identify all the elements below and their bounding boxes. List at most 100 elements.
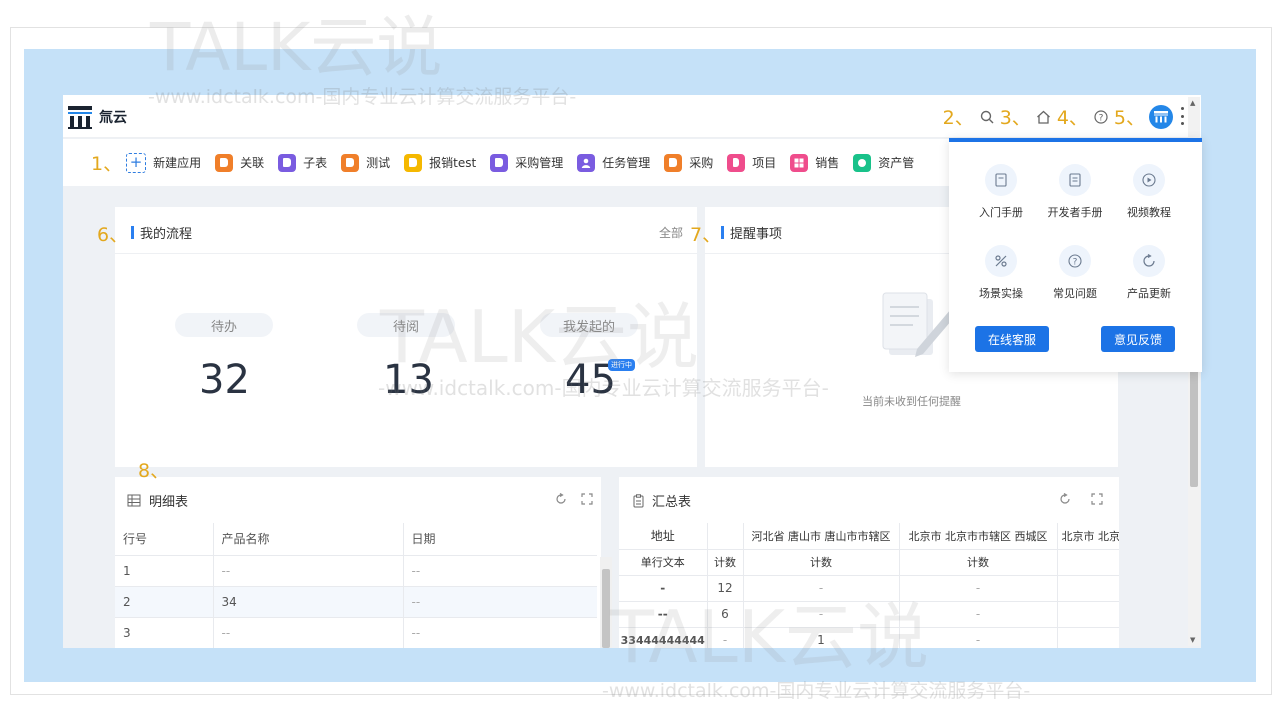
book-icon [985, 164, 1017, 196]
table-row[interactable]: -- 6 - - [619, 601, 1119, 627]
fullscreen-icon[interactable] [1091, 493, 1103, 505]
todo-label[interactable]: 待办 [175, 313, 273, 337]
annotation-4: 4、 [1056, 107, 1088, 129]
fullscreen-icon[interactable] [581, 493, 593, 505]
feedback-button[interactable]: 意见反馈 [1101, 326, 1175, 352]
table-cell [1057, 575, 1119, 601]
video-tutorial-item[interactable]: 视频教程 [1109, 164, 1189, 220]
column-header[interactable]: 计数 [743, 549, 900, 575]
detail-table-title: 明细表 [127, 491, 188, 510]
table-row[interactable]: - 12 - - [619, 575, 1119, 601]
table-icon [127, 494, 141, 507]
app-label: 资产管 [878, 156, 915, 170]
table-row[interactable]: 2 34 -- [115, 586, 597, 617]
more-menu-icon[interactable] [1181, 107, 1185, 125]
brand-logo-icon [68, 106, 92, 129]
app-label: 任务管理 [602, 156, 651, 170]
table-header-row: 行号 产品名称 日期 [115, 523, 597, 555]
app-item[interactable]: 关联 [215, 153, 264, 172]
table-cell: - [707, 627, 744, 648]
document-icon [341, 153, 360, 172]
help-icon[interactable]: ? [1092, 108, 1110, 126]
table-cell: - [743, 575, 900, 601]
table-cell: 1 [743, 627, 900, 648]
column-header[interactable]: 计数 [707, 549, 744, 575]
app-label: 报销test [429, 156, 477, 170]
app-item[interactable]: 项目 [727, 153, 776, 172]
refresh-icon[interactable] [555, 493, 567, 505]
getting-started-item[interactable]: 入门手册 [961, 164, 1041, 220]
percent-icon [985, 245, 1017, 277]
view-all-link[interactable]: 全部 [659, 224, 683, 241]
online-service-button[interactable]: 在线客服 [975, 326, 1049, 352]
annotation-2: 2、 [942, 107, 974, 129]
column-header[interactable]: 产品名称 [213, 523, 404, 555]
developer-manual-item[interactable]: 开发者手册 [1035, 164, 1115, 220]
app-item[interactable]: 采购 [664, 153, 713, 172]
table-cell [1057, 627, 1119, 648]
in-progress-badge: 进行中 [608, 359, 635, 371]
todo-count[interactable]: 32 [199, 357, 250, 403]
app-item[interactable]: 采购管理 [490, 153, 563, 172]
table-cell: - [899, 575, 1058, 601]
app-label: 新建应用 [153, 156, 202, 170]
column-header[interactable]: 河北省 唐山市 唐山市市辖区 [743, 523, 900, 549]
refresh-icon[interactable] [1059, 493, 1071, 505]
divider [115, 253, 697, 254]
document-icon [278, 153, 297, 172]
table-cell: -- [411, 594, 421, 609]
search-icon[interactable] [978, 108, 996, 126]
app-item[interactable]: 资产管 [853, 153, 915, 172]
column-header[interactable]: 计数 [899, 549, 1058, 575]
brand-name: 氚云 [99, 110, 127, 126]
app-item[interactable]: 子表 [278, 153, 328, 172]
column-header[interactable]: 北京市 北京市市辖区 西城区 [899, 523, 1058, 549]
document-icon [664, 153, 683, 172]
column-header[interactable]: 北京市 北京 [1057, 523, 1120, 549]
column-header[interactable]: 行号 [115, 523, 214, 555]
detail-table-card: 明细表 行号 产品名称 日期 1 -- -- 2 34 -- 3 -- -- [115, 477, 601, 648]
table-cell: 12 [707, 575, 744, 601]
app-item[interactable]: 报销test [404, 153, 477, 172]
table-row[interactable]: 33444444444 - 1 - [619, 627, 1119, 648]
annotation-3: 3、 [999, 107, 1031, 129]
app-item[interactable]: 测试 [341, 153, 390, 172]
app-label: 子表 [303, 156, 328, 170]
table-row[interactable]: 1 -- -- [115, 555, 597, 586]
scenario-practice-item[interactable]: 场景实操 [961, 245, 1041, 301]
product-update-item[interactable]: 产品更新 [1109, 245, 1189, 301]
no-reminder-text: 当前未收到任何提醒 [862, 395, 961, 408]
summary-table-card: 汇总表 地址 河北省 唐山市 唐山市市辖区 北京市 北京市市辖区 西城区 北京市… [619, 477, 1119, 648]
table-cell: - [619, 575, 708, 601]
faq-item[interactable]: ? 常见问题 [1035, 245, 1115, 301]
table-cell: - [743, 601, 900, 627]
initiated-label[interactable]: 我发起的 [540, 313, 638, 337]
app-item[interactable]: 销售 [790, 153, 839, 172]
play-icon [1133, 164, 1165, 196]
app-item[interactable]: 任务管理 [577, 153, 651, 172]
column-header[interactable] [707, 523, 744, 549]
reminder-title: 提醒事项 [721, 223, 782, 242]
top-actions: 2、 3、 4、 ? 5、 [943, 103, 1173, 130]
detail-table-scrollbar[interactable] [600, 557, 612, 648]
user-avatar[interactable] [1149, 104, 1173, 129]
new-app-button[interactable]: + 新建应用 [126, 152, 202, 173]
table-cell: 34 [213, 586, 404, 617]
question-icon: ? [1059, 245, 1091, 277]
to-read-count[interactable]: 13 [383, 357, 434, 403]
table-cell: -- [619, 601, 708, 627]
clipboard-icon [633, 493, 644, 507]
column-header[interactable]: 地址 [619, 523, 708, 549]
home-icon[interactable] [1035, 108, 1053, 126]
column-header[interactable]: 单行文本 [619, 549, 708, 575]
table-row[interactable]: 3 -- -- [115, 617, 597, 648]
table-cell [1057, 601, 1119, 627]
column-header[interactable]: 日期 [403, 523, 597, 555]
detail-table: 行号 产品名称 日期 1 -- -- 2 34 -- 3 -- -- [115, 523, 597, 648]
refresh-icon [1133, 245, 1165, 277]
dev-book-icon [1059, 164, 1091, 196]
to-read-label[interactable]: 待阅 [357, 313, 455, 337]
plus-icon: + [126, 152, 147, 173]
table-cell: 1 [115, 555, 214, 586]
column-header[interactable] [1057, 549, 1119, 575]
